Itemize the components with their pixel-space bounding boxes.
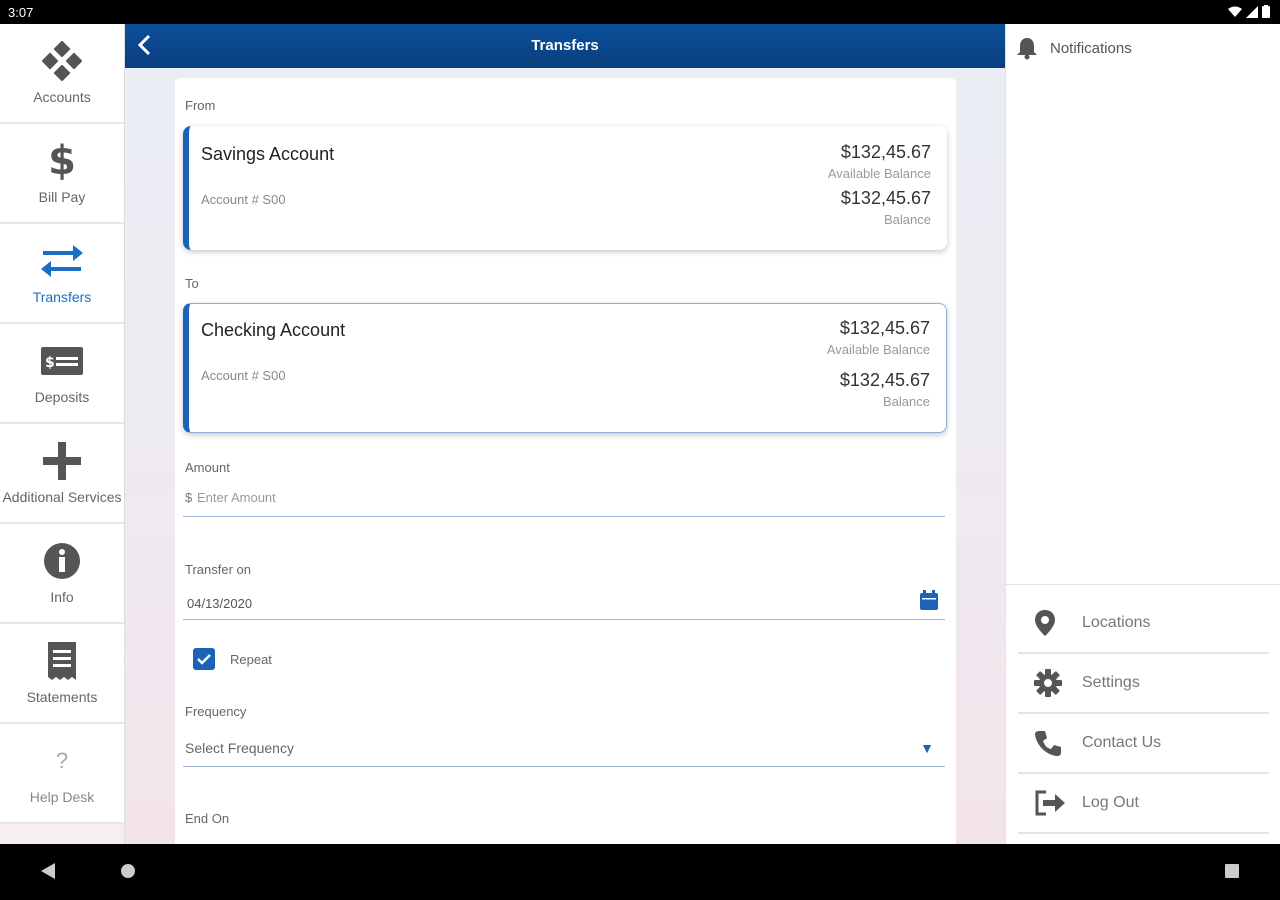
status-time: 3:07 <box>8 5 34 20</box>
amount-label: Amount <box>185 460 230 475</box>
menu-item-label: Log Out <box>1082 794 1139 811</box>
menu-item-log-out[interactable]: Log Out <box>1018 774 1269 834</box>
frequency-label: Frequency <box>185 704 247 719</box>
svg-text:$: $ <box>45 355 55 371</box>
nav-home-icon[interactable] <box>120 862 136 880</box>
nav-item-accounts[interactable]: Accounts <box>0 24 124 124</box>
nav-label: Bill Pay <box>38 189 86 205</box>
amount-placeholder: Enter Amount <box>197 490 276 505</box>
from-account-card[interactable]: Savings Account Account # S00 $132,45.67… <box>183 126 947 250</box>
nav-item-statements[interactable]: Statements <box>0 624 124 724</box>
frequency-select[interactable]: Select Frequency <box>183 732 945 766</box>
amount-input[interactable]: $ Enter Amount <box>183 482 945 516</box>
balance: $132,45.67 <box>839 370 930 390</box>
nav-label: Accounts <box>33 89 91 105</box>
available-balance-label: Available Balance <box>827 166 931 181</box>
transfer-date-input[interactable]: 04/13/2020 <box>183 586 945 620</box>
nav-label: Statements <box>26 689 98 705</box>
transfer-on-label: Transfer on <box>185 562 251 577</box>
menu-item-contact-us[interactable]: Contact Us <box>1018 714 1269 774</box>
nav-label: Help Desk <box>29 789 95 805</box>
repeat-label: Repeat <box>230 652 272 667</box>
location-pin-icon <box>1018 609 1082 637</box>
menu-item-settings[interactable]: Settings <box>1018 654 1269 714</box>
dropdown-arrow-icon[interactable]: ▼ <box>920 740 934 756</box>
menu-item-label: Settings <box>1082 674 1140 691</box>
plus-icon <box>43 439 81 483</box>
menu-item-label: Locations <box>1082 614 1151 631</box>
account-name: Savings Account <box>201 144 335 164</box>
nav-label: Additional Services <box>2 489 122 505</box>
frequency-underline <box>183 766 945 767</box>
menu-item-label: Contact Us <box>1082 734 1162 751</box>
nav-back-icon[interactable] <box>40 862 56 880</box>
battery-icon <box>1262 5 1270 18</box>
dollar-icon: $ <box>48 138 76 184</box>
panel-divider <box>1006 584 1280 585</box>
to-label: To <box>185 276 199 291</box>
nav-item-deposits[interactable]: $ Deposits <box>0 324 124 424</box>
nav-label: Transfers <box>32 289 92 305</box>
wifi-icon <box>1228 6 1242 17</box>
transfer-form: From Savings Account Account # S00 $132,… <box>175 78 956 844</box>
help-icon: ? <box>55 748 69 773</box>
balance-label: Balance <box>884 212 931 227</box>
info-icon <box>43 539 81 583</box>
receipt-icon <box>47 639 77 683</box>
date-underline <box>183 619 945 620</box>
nav-label: Info <box>50 589 74 605</box>
menu-item-locations[interactable]: Locations <box>1018 594 1269 654</box>
available-balance-label: Available Balance <box>826 342 930 357</box>
balance-label: Balance <box>883 394 930 409</box>
header-bar: Transfers <box>125 24 1005 68</box>
transfer-date-value: 04/13/2020 <box>187 596 253 611</box>
checkmark-icon <box>197 654 211 665</box>
amount-underline <box>183 516 945 517</box>
system-nav-bar <box>0 844 1280 900</box>
available-balance: $132,45.67 <box>839 318 930 338</box>
nav-item-transfers[interactable]: Transfers <box>0 224 124 324</box>
available-balance: $132,45.67 <box>840 142 931 162</box>
transfer-arrows-icon <box>39 239 85 283</box>
right-panel: Notifications Locations Settings Contact… <box>1005 24 1280 844</box>
frequency-value: Select Frequency <box>185 740 294 756</box>
logout-icon <box>1018 790 1082 816</box>
to-account-card[interactable]: Checking Account Account # S00 $132,45.6… <box>183 303 947 433</box>
nav-recents-icon[interactable] <box>1224 862 1240 880</box>
status-bar: 3:07 <box>0 0 1280 24</box>
accounts-icon <box>42 39 82 83</box>
notifications-label: Notifications <box>1050 39 1132 57</box>
account-number: Account # S00 <box>201 192 286 207</box>
nav-label: Deposits <box>34 389 90 405</box>
check-deposit-icon: $ <box>40 339 84 383</box>
nav-item-help-desk[interactable]: ? Help Desk <box>0 724 124 824</box>
calendar-icon[interactable] <box>920 590 938 610</box>
currency-symbol: $ <box>185 490 193 505</box>
nav-item-info[interactable]: Info <box>0 524 124 624</box>
from-label: From <box>185 98 216 113</box>
notifications-header[interactable]: Notifications <box>1016 36 1132 60</box>
nav-item-bill-pay[interactable]: $ Bill Pay <box>0 124 124 224</box>
page-title: Transfers <box>531 37 599 54</box>
account-number: Account # S00 <box>201 368 286 383</box>
phone-icon <box>1018 729 1082 757</box>
bell-icon <box>1017 38 1037 60</box>
gear-icon <box>1018 669 1082 697</box>
balance: $132,45.67 <box>840 188 931 208</box>
left-nav: Accounts $ Bill Pay Transfers $ Deposits… <box>0 24 125 844</box>
end-on-label: End On <box>185 811 230 826</box>
signal-icon <box>1246 5 1258 18</box>
nav-item-additional-services[interactable]: Additional Services <box>0 424 124 524</box>
account-name: Checking Account <box>201 320 346 340</box>
repeat-checkbox[interactable] <box>193 648 215 670</box>
system-icons <box>1228 5 1270 18</box>
main-content: Transfers From Savings Account Account #… <box>125 24 1005 844</box>
